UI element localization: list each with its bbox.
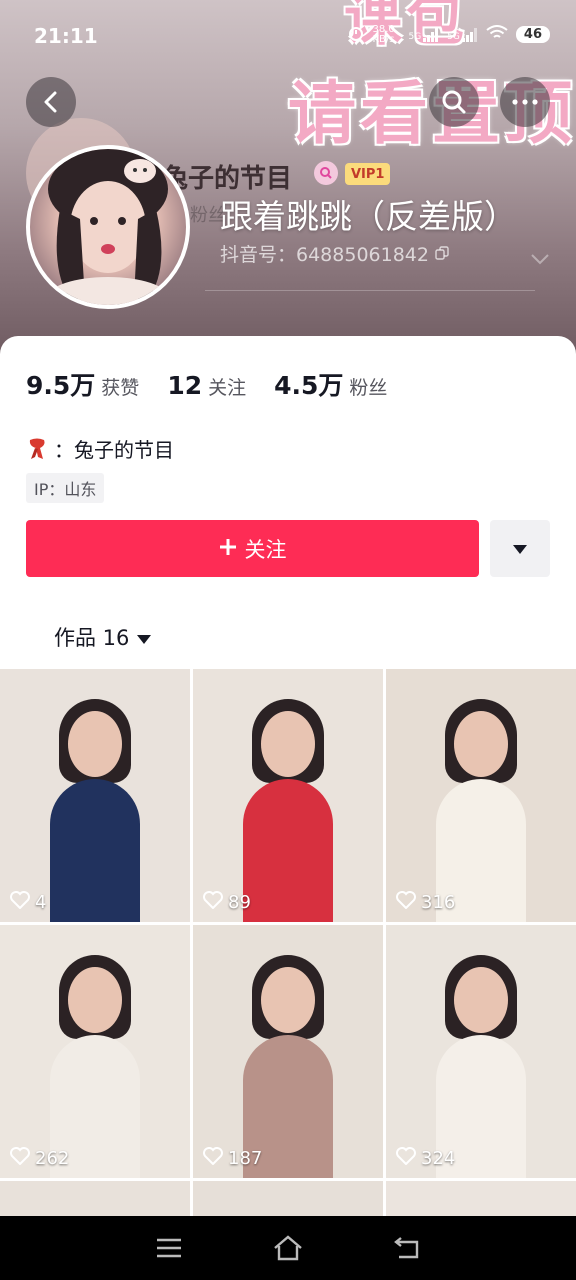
like-count: 187 — [203, 1147, 262, 1170]
figure-head — [68, 967, 122, 1033]
back-nav-button[interactable] — [387, 1228, 427, 1268]
home-nav-button[interactable] — [268, 1228, 308, 1268]
net-speed: 38.0 KB/s — [372, 23, 395, 45]
heart-icon — [396, 891, 416, 914]
tab-works-label: 作品 16 — [54, 626, 130, 650]
status-icons: 38.0 KB/s 5G 5G 46 — [347, 23, 550, 45]
like-count: 324 — [396, 1147, 455, 1170]
bio-text: ：兔子的节目 — [54, 438, 174, 462]
follow-button[interactable]: 关注 — [26, 520, 479, 577]
more-button[interactable] — [500, 77, 550, 127]
status-bar: 21:11 38.0 KB/s 5G 5G 46 — [0, 0, 576, 72]
video-thumbnail[interactable]: 324 — [386, 925, 576, 1178]
signal-icon-2: 5G — [447, 27, 478, 42]
stat-label: 关注 — [208, 377, 247, 399]
heart-icon — [10, 891, 30, 914]
recommend-dropdown-button[interactable] — [490, 520, 550, 577]
ip-location-tag: IP：山东 — [26, 473, 105, 503]
video-thumbnail[interactable]: 4 — [0, 669, 190, 922]
stat-value: 9.5万 — [26, 371, 96, 400]
vip-badge: VIP1 — [345, 163, 391, 185]
status-time: 21:11 — [34, 24, 98, 48]
like-count: 4 — [10, 891, 46, 914]
heart-icon — [203, 891, 223, 914]
figure-body — [50, 779, 140, 922]
figure-head — [454, 967, 508, 1033]
stat-value: 12 — [167, 371, 203, 400]
video-thumbnail[interactable]: 89 — [193, 669, 383, 922]
video-grid: 4 89 316 262 187 324 — [0, 669, 576, 1221]
menu-nav-button[interactable] — [149, 1228, 189, 1268]
search-button[interactable] — [429, 77, 479, 127]
douyin-id-text: 抖音号：64885061842 — [220, 244, 429, 266]
alarm-icon — [347, 24, 365, 45]
profile-search-icon[interactable] — [314, 161, 338, 185]
stat-label: 获赞 — [101, 377, 140, 399]
display-name: 跟着跳跳（反差版） — [220, 197, 517, 236]
heart-icon — [10, 1147, 30, 1170]
figure-body — [243, 779, 333, 922]
plus-icon — [219, 537, 237, 561]
battery-indicator: 46 — [515, 26, 550, 43]
chevron-down-icon — [530, 250, 550, 269]
signal-icon: 5G — [409, 27, 440, 42]
video-thumbnail[interactable]: 262 — [0, 925, 190, 1178]
video-thumbnail[interactable] — [386, 1181, 576, 1221]
stat-following[interactable]: 12 关注 — [167, 371, 246, 400]
avatar[interactable] — [26, 145, 190, 309]
video-thumbnail[interactable]: 316 — [386, 669, 576, 922]
follow-label: 关注 — [244, 537, 287, 562]
caret-down-icon — [513, 539, 527, 558]
figure-head — [261, 711, 315, 777]
caret-down-icon — [137, 625, 152, 649]
stat-label: 粉丝 — [349, 377, 388, 399]
scarf-icon — [26, 437, 48, 461]
figure-head — [68, 711, 122, 777]
tab-works[interactable]: 作品 16 — [54, 622, 152, 652]
video-thumbnail[interactable] — [0, 1181, 190, 1221]
system-nav-bar — [0, 1216, 576, 1280]
copy-icon[interactable] — [435, 243, 449, 265]
wifi-icon — [486, 25, 508, 44]
profile-stats: 9.5万 获赞 12 关注 4.5万 粉丝 — [26, 366, 415, 402]
stat-likes[interactable]: 9.5万 获赞 — [26, 366, 139, 402]
divider — [205, 290, 535, 291]
video-thumbnail[interactable]: 187 — [193, 925, 383, 1178]
like-count: 262 — [10, 1147, 69, 1170]
heart-icon — [203, 1147, 223, 1170]
profile-card: 9.5万 获赞 12 关注 4.5万 粉丝 ：兔子的节目 IP：山东 关注 作品… — [0, 336, 576, 1221]
stat-fans[interactable]: 4.5万 粉丝 — [274, 366, 387, 402]
like-count: 316 — [396, 891, 455, 914]
profile-header: 课包 请看置顶 兔子的节目 VIP1 粉丝 跟着跳跳（反差版） 抖音号：6488… — [0, 0, 576, 360]
douyin-id[interactable]: 抖音号：64885061842 — [220, 240, 449, 267]
stat-value: 4.5万 — [274, 371, 344, 400]
heart-icon — [396, 1147, 416, 1170]
video-thumbnail[interactable] — [193, 1181, 383, 1221]
bio: ：兔子的节目 — [26, 434, 174, 463]
back-button[interactable] — [26, 77, 76, 127]
figure-head — [261, 967, 315, 1033]
figure-head — [454, 711, 508, 777]
like-count: 89 — [203, 891, 251, 914]
